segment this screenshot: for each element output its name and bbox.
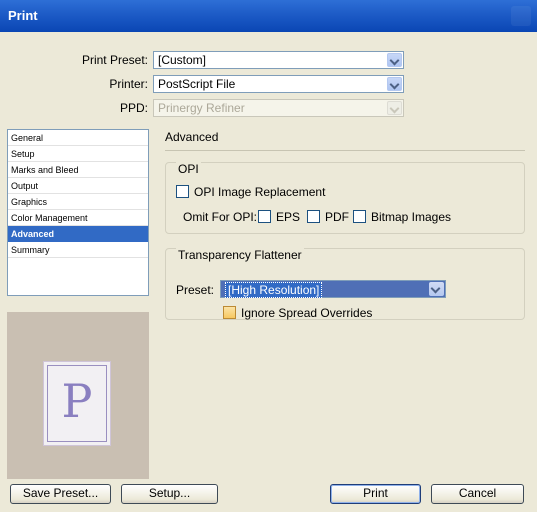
print-button[interactable]: Print — [330, 484, 421, 504]
chevron-down-icon[interactable] — [387, 53, 402, 67]
print-dialog: Print Preset: [Custom] Printer: PostScri… — [0, 32, 537, 512]
opi-group: OPI OPI Image Replacement Omit For OPI: … — [165, 162, 525, 234]
sidebar-item-general[interactable]: General — [8, 130, 148, 146]
omit-pdf-label: PDF — [325, 210, 349, 224]
transparency-flattener-title: Transparency Flattener — [176, 248, 304, 262]
opi-group-title: OPI — [176, 162, 201, 176]
print-preset-select[interactable]: [Custom] — [153, 51, 404, 69]
print-preset-value: [Custom] — [158, 53, 207, 67]
opi-image-replacement-checkbox[interactable]: OPI Image Replacement — [176, 185, 325, 199]
checkbox-icon[interactable] — [176, 185, 189, 198]
sidebar-item-marks-and-bleed[interactable]: Marks and Bleed — [8, 162, 148, 178]
title-bar[interactable]: Print — [0, 0, 537, 32]
page-preview: P — [7, 312, 149, 479]
sidebar-item-graphics[interactable]: Graphics — [8, 194, 148, 210]
sidebar-item-setup[interactable]: Setup — [8, 146, 148, 162]
ppd-select: Prinergy Refiner — [153, 99, 404, 117]
checkbox-icon[interactable] — [223, 306, 236, 319]
sidebar-item-output[interactable]: Output — [8, 178, 148, 194]
setup-button[interactable]: Setup... — [121, 484, 218, 504]
omit-pdf-checkbox[interactable]: PDF — [307, 210, 349, 224]
omit-eps-label: EPS — [276, 210, 301, 224]
omit-bitmap-images-checkbox[interactable]: Bitmap Images — [353, 210, 451, 224]
flattener-preset-label: Preset: — [176, 283, 215, 297]
flattener-preset-value: [High Resolution] — [225, 282, 323, 298]
section-divider — [165, 150, 525, 151]
chevron-down-icon[interactable] — [429, 282, 444, 296]
printer-select[interactable]: PostScript File — [153, 75, 404, 93]
omit-for-opi-label: Omit For OPI: — [183, 210, 258, 224]
opi-image-replacement-label: OPI Image Replacement — [194, 185, 326, 199]
ppd-label: PPD: — [119, 101, 148, 115]
ignore-spread-overrides-checkbox[interactable]: Ignore Spread Overrides — [223, 306, 372, 320]
preview-glyph: P — [61, 374, 93, 428]
print-preset-label: Print Preset: — [81, 53, 148, 67]
window-title: Print — [8, 8, 38, 23]
sidebar-item-advanced[interactable]: Advanced — [8, 226, 148, 242]
ppd-value: Prinergy Refiner — [158, 101, 245, 115]
omit-eps-checkbox[interactable]: EPS — [258, 210, 300, 224]
save-preset-button[interactable]: Save Preset... — [10, 484, 111, 504]
chevron-down-icon[interactable] — [387, 77, 402, 91]
sidebar-item-color-management[interactable]: Color Management — [8, 210, 148, 226]
printer-value: PostScript File — [158, 77, 236, 91]
category-list[interactable]: General Setup Marks and Bleed Output Gra… — [7, 129, 149, 296]
printer-label: Printer: — [109, 77, 148, 91]
close-icon[interactable] — [511, 6, 531, 26]
checkbox-icon[interactable] — [258, 210, 271, 223]
transparency-flattener-group: Transparency Flattener Preset: [High Res… — [165, 248, 525, 320]
flattener-preset-select[interactable]: [High Resolution] — [220, 280, 446, 298]
cancel-button[interactable]: Cancel — [431, 484, 524, 504]
sidebar-item-summary[interactable]: Summary — [8, 242, 148, 258]
checkbox-icon[interactable] — [353, 210, 366, 223]
omit-bitmap-images-label: Bitmap Images — [371, 210, 452, 224]
page-thumbnail: P — [43, 361, 111, 446]
chevron-down-icon — [387, 101, 402, 115]
checkbox-icon[interactable] — [307, 210, 320, 223]
ignore-spread-overrides-label: Ignore Spread Overrides — [241, 306, 373, 320]
section-title: Advanced — [165, 130, 219, 144]
